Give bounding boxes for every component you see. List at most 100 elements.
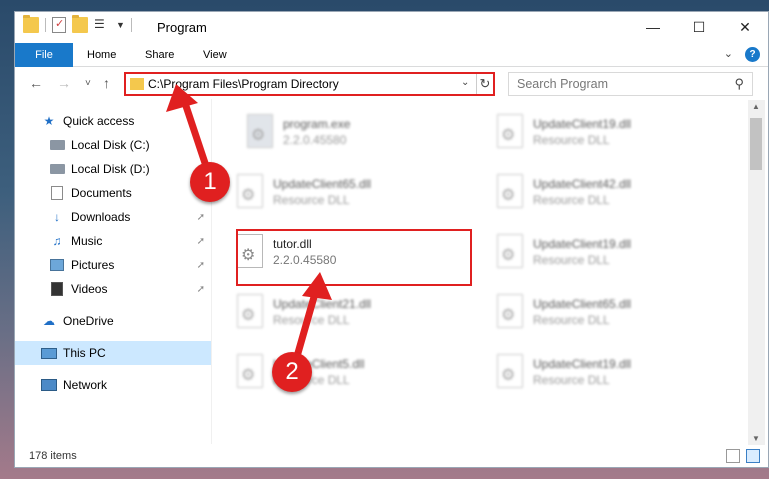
address-bar[interactable]: C:\Program Files\Program Directory ⌄ ↻	[124, 72, 495, 96]
sidebar-item-label: This PC	[63, 346, 106, 360]
download-icon: ↓	[54, 210, 60, 224]
scroll-thumb[interactable]	[750, 118, 762, 170]
sidebar-item-quick-access[interactable]: ★ Quick access	[15, 109, 211, 133]
scroll-up-icon[interactable]: ▲	[752, 102, 760, 111]
address-path[interactable]: C:\Program Files\Program Directory	[148, 77, 339, 91]
maximize-button[interactable]: ☐	[676, 12, 722, 42]
ribbon-right: ⌄ ?	[724, 47, 760, 62]
divider	[45, 18, 46, 32]
computer-icon	[41, 346, 57, 360]
sidebar-item-onedrive[interactable]: ☁ OneDrive	[15, 309, 211, 333]
file-description: 2.2.0.45580	[283, 133, 347, 147]
sidebar-item-local-disk-d[interactable]: Local Disk (D:)	[15, 157, 211, 181]
file-description: Resource DLL	[533, 193, 610, 207]
file-description: Resource DLL	[533, 133, 610, 147]
step-2-badge: 2	[272, 352, 312, 392]
recent-locations-button[interactable]: ˅	[85, 78, 91, 89]
help-icon[interactable]: ?	[745, 47, 760, 62]
list-item[interactable]: UpdateClient19.dll Resource DLL	[485, 104, 715, 156]
refresh-icon[interactable]: ↻	[476, 74, 493, 94]
dll-file-icon	[237, 174, 263, 208]
list-item[interactable]: UpdateClient5.dll Resource DLL	[225, 344, 455, 396]
list-item[interactable]: UpdateClient19.dll Resource DLL	[485, 344, 715, 396]
back-button[interactable]: ←	[29, 75, 43, 91]
navigation-bar: ← → ˅ ↑ C:\Program Files\Program Directo…	[15, 69, 768, 99]
network-icon	[41, 378, 57, 392]
title-bar: ☰ ▼ Program — ☐ ✕	[15, 12, 768, 42]
cloud-icon: ☁	[43, 314, 55, 328]
sidebar-item-videos[interactable]: Videos ➚	[15, 277, 211, 301]
close-button[interactable]: ✕	[722, 12, 768, 42]
file-description: Resource DLL	[273, 313, 350, 327]
exe-file-icon	[247, 114, 273, 148]
sidebar-item-label: Videos	[71, 282, 108, 296]
sidebar-item-label: Pictures	[71, 258, 115, 272]
pin-icon[interactable]: ➚	[197, 212, 205, 223]
pin-icon[interactable]: ➚	[197, 236, 205, 247]
sidebar-item-documents[interactable]: Documents	[15, 181, 211, 205]
tab-view[interactable]: View	[195, 43, 235, 67]
sidebar-item-label: Downloads	[71, 210, 131, 224]
search-icon[interactable]: ⚲	[734, 76, 744, 92]
scroll-down-icon[interactable]: ▼	[752, 434, 760, 443]
dll-file-icon	[497, 234, 523, 268]
large-icons-view-icon[interactable]	[746, 449, 760, 463]
file-name: UpdateClient19.dll	[533, 357, 632, 371]
details-view-icon[interactable]	[726, 449, 740, 463]
list-item[interactable]: UpdateClient42.dll Resource DLL	[485, 164, 715, 216]
sidebar-item-label: Music	[71, 234, 103, 248]
dll-file-icon	[497, 354, 523, 388]
view-switcher	[726, 449, 760, 463]
customize-icon[interactable]: ☰	[94, 17, 110, 33]
music-icon: ♫	[52, 234, 62, 248]
list-item[interactable]: UpdateClient21.dll Resource DLL	[225, 284, 455, 336]
list-item[interactable]: UpdateClient65.dll Resource DLL	[485, 284, 715, 336]
step-1-badge: 1	[190, 162, 230, 202]
file-description: Resource DLL	[533, 373, 610, 387]
sidebar-item-pictures[interactable]: Pictures ➚	[15, 253, 211, 277]
file-name: UpdateClient42.dll	[533, 177, 632, 191]
chevron-down-icon[interactable]: ⌄	[461, 77, 469, 88]
dll-file-icon	[497, 294, 523, 328]
drive-icon	[49, 138, 65, 152]
forward-button[interactable]: →	[57, 75, 71, 91]
up-button[interactable]: ↑	[103, 75, 110, 91]
tab-file[interactable]: File	[15, 43, 73, 67]
sidebar-item-downloads[interactable]: ↓ Downloads ➚	[15, 205, 211, 229]
expand-ribbon-icon[interactable]: ⌄	[724, 47, 733, 62]
list-item[interactable]: program.exe 2.2.0.45580	[235, 104, 465, 156]
file-description: Resource DLL	[273, 193, 350, 207]
pin-icon[interactable]: ➚	[197, 284, 205, 295]
search-input[interactable]: Search Program ⚲	[508, 72, 753, 96]
minimize-button[interactable]: —	[630, 12, 676, 42]
sidebar-item-music[interactable]: ♫ Music ➚	[15, 229, 211, 253]
new-folder-icon[interactable]	[72, 15, 88, 33]
quick-access-toolbar: ☰ ▼	[23, 15, 132, 33]
pictures-icon	[49, 258, 65, 272]
qat-dropdown-icon[interactable]: ▼	[116, 20, 125, 30]
file-name: UpdateClient19.dll	[533, 117, 632, 131]
divider	[130, 18, 132, 32]
dll-file-icon	[497, 174, 523, 208]
sidebar-item-label: Local Disk (D:)	[71, 162, 150, 176]
list-item[interactable]: UpdateClient19.dll Resource DLL	[485, 224, 715, 276]
sidebar-item-label: Local Disk (C:)	[71, 138, 150, 152]
divider	[211, 99, 212, 444]
window-title: Program	[157, 20, 207, 35]
videos-icon	[49, 282, 65, 296]
status-bar: 178 items	[15, 446, 768, 468]
sidebar-item-local-disk-c[interactable]: Local Disk (C:)	[15, 133, 211, 157]
sidebar-item-network[interactable]: Network	[15, 373, 211, 397]
tab-share[interactable]: Share	[137, 43, 182, 67]
file-name: UpdateClient65.dll	[273, 177, 372, 191]
file-name: UpdateClient19.dll	[533, 237, 632, 251]
list-item[interactable]: UpdateClient65.dll Resource DLL	[225, 164, 455, 216]
pin-icon[interactable]: ➚	[197, 260, 205, 271]
vertical-scrollbar[interactable]: ▲ ▼	[748, 100, 765, 445]
tab-home[interactable]: Home	[79, 43, 124, 67]
sidebar-item-this-pc[interactable]: This PC	[15, 341, 211, 365]
dll-file-icon	[237, 354, 263, 388]
star-icon: ★	[43, 114, 55, 128]
folder-icon	[23, 15, 39, 33]
properties-icon[interactable]	[52, 17, 66, 33]
